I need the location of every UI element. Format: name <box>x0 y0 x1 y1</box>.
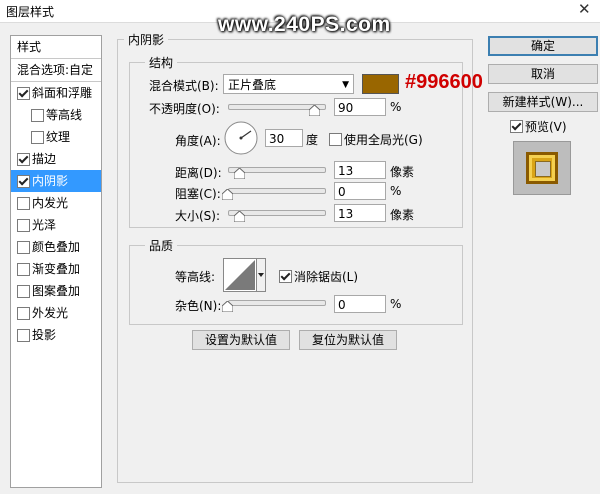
opacity-unit: % <box>390 100 402 114</box>
angle-dial[interactable] <box>223 120 259 156</box>
style-item-label: 颜色叠加 <box>32 240 81 254</box>
style-item-checkbox[interactable] <box>17 219 30 232</box>
style-item[interactable]: 内发光 <box>11 192 101 214</box>
style-item-checkbox[interactable] <box>17 329 30 342</box>
antialias-checkbox[interactable] <box>279 270 292 283</box>
style-item[interactable]: 外发光 <box>11 302 101 324</box>
style-list-header-label: 样式 <box>17 40 42 54</box>
size-label: 大小(S): <box>175 209 221 223</box>
style-item[interactable]: 图案叠加 <box>11 280 101 302</box>
style-item[interactable]: 内阴影 <box>11 170 101 192</box>
style-item[interactable]: 颜色叠加 <box>11 236 101 258</box>
style-item[interactable]: 投影 <box>11 324 101 346</box>
style-preview-thumbnail <box>513 141 571 195</box>
angle-unit: 度 <box>306 133 319 147</box>
style-item-checkbox[interactable] <box>17 175 30 188</box>
antialias-label: 消除锯齿(L) <box>294 270 359 284</box>
distance-label: 距离(D): <box>175 166 222 180</box>
choke-input[interactable]: 0 <box>334 182 386 200</box>
preview-checkbox[interactable] <box>510 120 523 133</box>
style-list-header[interactable]: 样式 <box>11 36 101 58</box>
distance-input[interactable]: 13 <box>334 161 386 179</box>
style-item-label: 内发光 <box>32 196 69 210</box>
inner-shadow-title: 内阴影 <box>124 31 169 48</box>
style-item-label: 渐变叠加 <box>32 262 81 276</box>
style-item-checkbox[interactable] <box>17 285 30 298</box>
blend-mode-label: 混合模式(B): <box>149 79 219 93</box>
size-input[interactable]: 13 <box>334 204 386 222</box>
style-item-checkbox[interactable] <box>17 87 30 100</box>
style-item-label: 图案叠加 <box>32 284 81 298</box>
noise-label: 杂色(N): <box>175 299 222 313</box>
cancel-button[interactable]: 取消 <box>488 64 598 84</box>
angle-input[interactable]: 30 <box>265 129 303 147</box>
style-item-label: 内阴影 <box>32 174 69 188</box>
color-hex-annotation: #996600 <box>405 71 483 93</box>
watermark-text: www.240PS.com <box>218 13 391 36</box>
structure-title: 结构 <box>145 54 178 71</box>
noise-slider-thumb[interactable] <box>222 301 233 312</box>
opacity-input[interactable]: 90 <box>334 98 386 116</box>
style-item-label: 纹理 <box>46 130 71 144</box>
style-item-label: 光泽 <box>32 218 57 232</box>
style-item[interactable]: 等高线 <box>11 104 101 126</box>
style-item[interactable]: 光泽 <box>11 214 101 236</box>
style-item-checkbox[interactable] <box>31 131 44 144</box>
size-slider-thumb[interactable] <box>234 211 245 222</box>
chevron-down-icon: ▼ <box>342 80 349 90</box>
choke-unit: % <box>390 184 402 198</box>
distance-unit: 像素 <box>390 165 415 179</box>
close-icon[interactable]: ✕ <box>578 0 591 18</box>
blend-options-label: 混合选项:自定 <box>17 63 94 77</box>
window-title: 图层样式 <box>6 5 55 19</box>
style-item-label: 外发光 <box>32 306 69 320</box>
quality-title: 品质 <box>145 237 178 254</box>
opacity-label: 不透明度(O): <box>149 102 220 116</box>
choke-slider[interactable] <box>228 188 326 194</box>
global-light-label: 使用全局光(G) <box>344 133 423 147</box>
style-item[interactable]: 描边 <box>11 148 101 170</box>
ok-button[interactable]: 确定 <box>488 36 598 56</box>
noise-input[interactable]: 0 <box>334 295 386 313</box>
style-item-label: 等高线 <box>46 108 83 122</box>
blend-mode-value: 正片叠底 <box>228 78 277 92</box>
style-item-checkbox[interactable] <box>17 197 30 210</box>
blend-options-item[interactable]: 混合选项:自定 <box>11 59 101 81</box>
shadow-color-swatch[interactable] <box>362 74 399 94</box>
style-item-checkbox[interactable] <box>17 263 30 276</box>
blend-mode-select[interactable]: 正片叠底 ▼ <box>223 74 354 94</box>
style-item-checkbox[interactable] <box>17 241 30 254</box>
style-item[interactable]: 斜面和浮雕 <box>11 82 101 104</box>
style-item[interactable]: 纹理 <box>11 126 101 148</box>
style-item-label: 斜面和浮雕 <box>32 86 93 100</box>
noise-slider[interactable] <box>228 300 326 306</box>
size-unit: 像素 <box>390 208 415 222</box>
reset-default-button[interactable]: 复位为默认值 <box>299 330 397 350</box>
style-item[interactable]: 渐变叠加 <box>11 258 101 280</box>
choke-label: 阻塞(C): <box>175 187 221 201</box>
style-item-checkbox[interactable] <box>31 109 44 122</box>
style-item-checkbox[interactable] <box>17 153 30 166</box>
style-list: 样式 混合选项:自定 斜面和浮雕等高线纹理描边内阴影内发光光泽颜色叠加渐变叠加图… <box>10 35 102 488</box>
opacity-slider-thumb[interactable] <box>309 105 321 116</box>
choke-slider-thumb[interactable] <box>222 189 233 200</box>
new-style-button[interactable]: 新建样式(W)... <box>488 92 598 112</box>
style-item-label: 投影 <box>32 328 57 342</box>
distance-slider-thumb[interactable] <box>234 168 245 179</box>
style-item-checkbox[interactable] <box>17 307 30 320</box>
contour-picker[interactable] <box>223 258 266 292</box>
make-default-button[interactable]: 设置为默认值 <box>192 330 290 350</box>
global-light-checkbox[interactable] <box>329 133 342 146</box>
style-item-label: 描边 <box>32 152 57 166</box>
noise-unit: % <box>390 297 402 311</box>
contour-label: 等高线: <box>175 270 216 284</box>
angle-label: 角度(A): <box>175 134 221 148</box>
preview-label: 预览(V) <box>525 120 567 134</box>
